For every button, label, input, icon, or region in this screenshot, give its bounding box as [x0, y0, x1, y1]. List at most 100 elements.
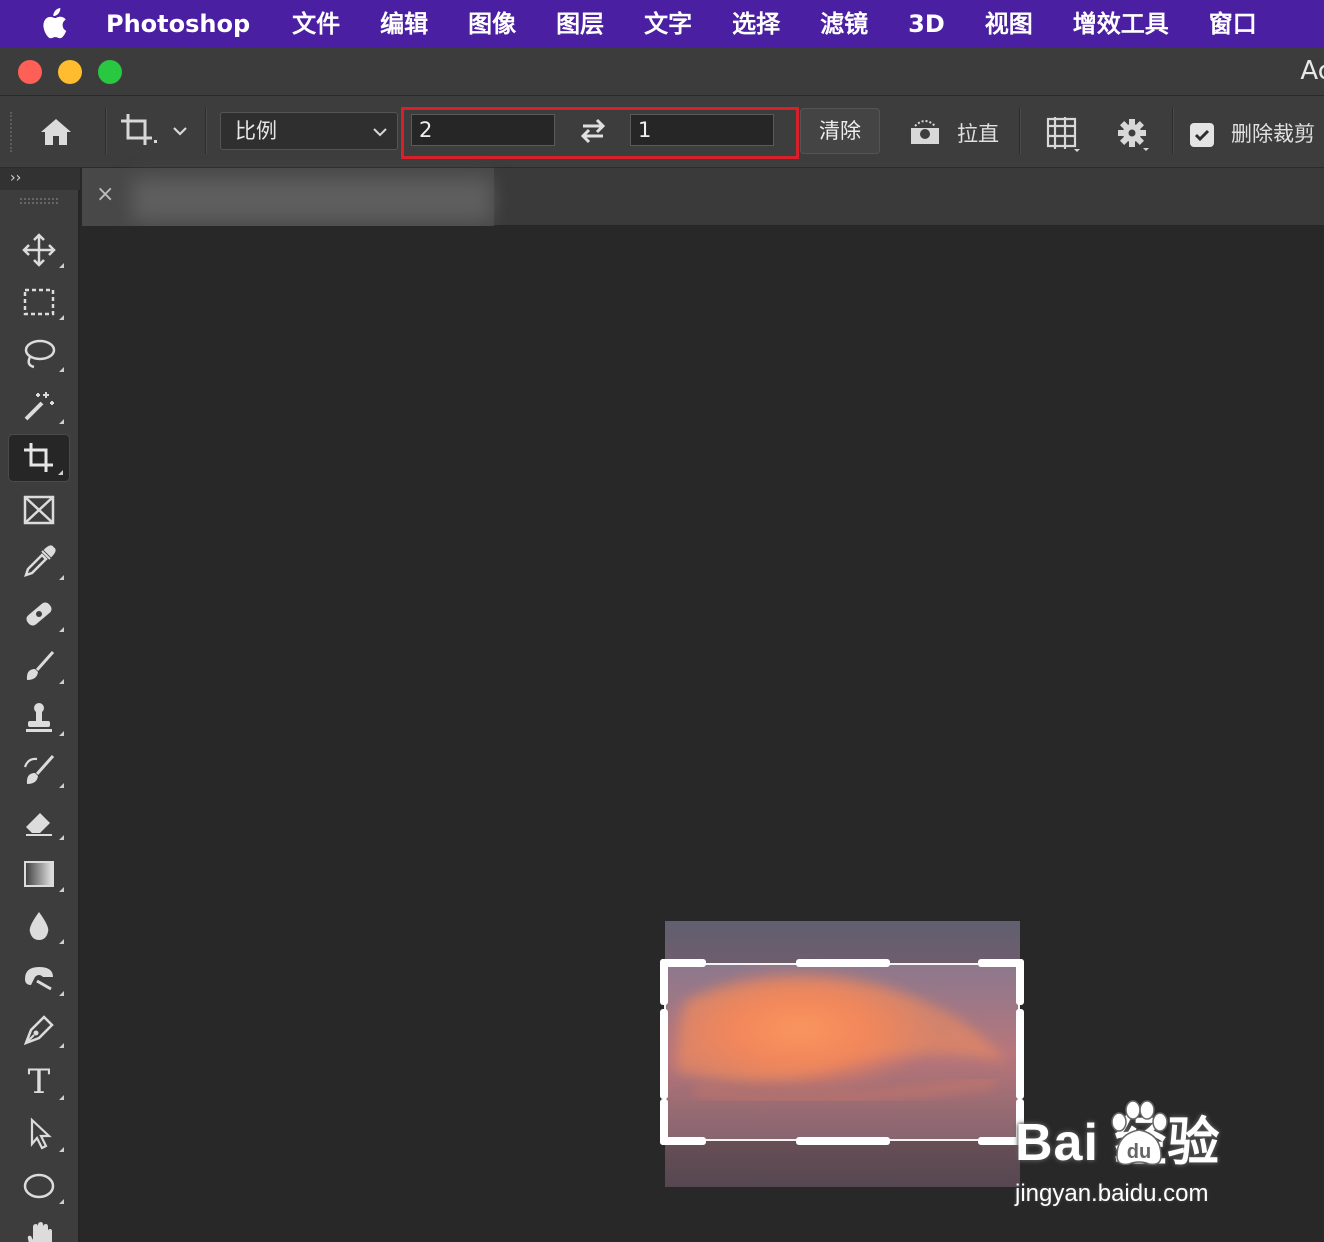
menu-app-name[interactable]: Photoshop: [106, 0, 272, 48]
chevron-down-icon: [173, 127, 187, 136]
ratio-highlight-box: [401, 107, 799, 159]
menu-image[interactable]: 图像: [448, 0, 536, 48]
crop-preset-picker[interactable]: [116, 110, 192, 152]
ellipse-tool[interactable]: [8, 1162, 70, 1210]
pen-icon: [23, 1015, 54, 1046]
crop-icon: [121, 114, 157, 145]
window-title-bar: Ac: [0, 48, 1324, 96]
history-brush-icon: [23, 755, 55, 784]
pen-tool[interactable]: [8, 1006, 70, 1054]
svg-text:du: du: [1127, 1141, 1151, 1163]
stamp-tool[interactable]: [8, 694, 70, 742]
zoom-window-button[interactable]: [98, 60, 122, 84]
chevron-down-icon: [371, 114, 389, 161]
delete-cropped-checkbox[interactable]: [1190, 123, 1214, 147]
panel-grip[interactable]: [20, 198, 58, 204]
document-tab[interactable]: ×: [82, 168, 494, 226]
menu-layer[interactable]: 图层: [536, 0, 624, 48]
menu-type[interactable]: 文字: [624, 0, 712, 48]
grid-overlay-icon[interactable]: [1040, 112, 1086, 154]
magic-wand-tool[interactable]: [8, 382, 70, 430]
crop-handle-bottom-left-v: [660, 1099, 668, 1145]
menu-select[interactable]: 选择: [712, 0, 800, 48]
type-tool[interactable]: T: [8, 1058, 70, 1106]
brush-icon: [26, 651, 55, 680]
crop-handle-top-right-v: [1016, 959, 1024, 1005]
frame-icon: [23, 495, 55, 525]
close-tab-icon[interactable]: ×: [96, 182, 114, 207]
menu-window[interactable]: 窗口: [1189, 0, 1277, 48]
eraser-tool[interactable]: [8, 798, 70, 846]
options-bar-grip[interactable]: [10, 112, 14, 152]
document-tab-strip: ×: [82, 168, 1324, 226]
eyedropper-tool[interactable]: [8, 538, 70, 586]
drop-icon: [29, 912, 49, 940]
home-icon[interactable]: [34, 112, 78, 152]
lasso-icon: [24, 339, 56, 369]
crop-tool[interactable]: [8, 434, 70, 482]
separator: [1019, 108, 1020, 154]
checkmark-icon: [1194, 129, 1210, 142]
delete-cropped-label[interactable]: 删除裁剪: [1231, 118, 1315, 148]
tools-panel: ›› T: [0, 168, 80, 1242]
baidu-paw-icon: du: [1111, 1100, 1168, 1166]
watermark-url: jingyan.baidu.com: [1015, 1180, 1209, 1207]
magic-wand-icon: [24, 392, 54, 421]
brush-tool[interactable]: [8, 642, 70, 690]
arrow-icon: [30, 1117, 52, 1150]
separator: [205, 108, 206, 154]
clear-button[interactable]: 清除: [800, 108, 880, 154]
menu-file[interactable]: 文件: [272, 0, 360, 48]
document-tab-title-blurred: [132, 178, 492, 222]
hand-icon: [27, 1222, 52, 1242]
menu-3d[interactable]: 3D: [888, 0, 965, 48]
separator: [1172, 108, 1173, 154]
menu-bar: Photoshop 文件 编辑 图像 图层 文字 选择 滤镜 3D 视图 增效工…: [0, 0, 1324, 48]
path-select-tool[interactable]: [8, 1110, 70, 1158]
dodge-icon: [25, 967, 53, 991]
crop-handle-top[interactable]: [796, 959, 890, 967]
rect-marquee-icon: [23, 288, 55, 316]
eyedropper-icon: [24, 545, 56, 577]
aspect-ratio-value: 比例: [235, 119, 277, 143]
type-icon: T: [27, 1062, 51, 1102]
window-title: Ac: [1300, 56, 1324, 86]
marquee-tool[interactable]: [8, 278, 70, 326]
gear-icon[interactable]: [1110, 112, 1154, 154]
gradient-tool[interactable]: [8, 850, 70, 898]
eraser-icon: [26, 813, 52, 836]
screen: Photoshop 文件 编辑 图像 图层 文字 选择 滤镜 3D 视图 增效工…: [0, 0, 1324, 1242]
menu-view[interactable]: 视图: [965, 0, 1053, 48]
crop-bounding-box[interactable]: [660, 959, 1024, 1145]
history-brush-tool[interactable]: [8, 746, 70, 794]
stamp-icon: [26, 703, 52, 732]
menu-edit[interactable]: 编辑: [360, 0, 448, 48]
crop-handle-left[interactable]: [660, 1009, 668, 1099]
frame-tool[interactable]: [8, 486, 70, 534]
lasso-tool[interactable]: [8, 330, 70, 378]
hand-tool[interactable]: [8, 1214, 70, 1242]
move-tool[interactable]: [8, 226, 70, 274]
healing-tool[interactable]: [8, 590, 70, 638]
collapse-panel-button[interactable]: ››: [0, 168, 80, 190]
dodge-tool[interactable]: [8, 954, 70, 1002]
blur-tool[interactable]: [8, 902, 70, 950]
minimize-window-button[interactable]: [58, 60, 82, 84]
apple-icon[interactable]: [0, 0, 106, 48]
ellipse-icon: [23, 1173, 55, 1199]
aspect-ratio-dropdown[interactable]: 比例: [220, 112, 398, 150]
straighten-label[interactable]: 拉直: [957, 118, 999, 148]
crop-handle-bottom[interactable]: [796, 1137, 890, 1145]
menu-plugins[interactable]: 增效工具: [1053, 0, 1189, 48]
separator: [105, 108, 106, 154]
menu-filter[interactable]: 滤镜: [800, 0, 888, 48]
bandage-icon: [26, 602, 52, 626]
gradient-icon: [24, 861, 54, 887]
close-window-button[interactable]: [18, 60, 42, 84]
crop-icon: [24, 443, 53, 472]
crop-handle-right[interactable]: [1016, 1009, 1024, 1099]
baidu-watermark: Bai 经验 du jingyan.baidu.com: [1015, 1100, 1315, 1220]
move-icon: [22, 233, 56, 267]
straighten-icon[interactable]: [902, 112, 948, 152]
crop-handle-top-left-v: [660, 959, 668, 1005]
